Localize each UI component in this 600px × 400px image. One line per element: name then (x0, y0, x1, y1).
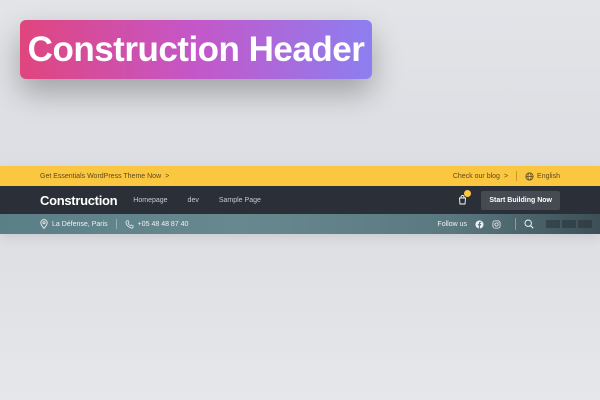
language-switcher[interactable]: English (525, 171, 560, 181)
language-label: English (537, 172, 560, 180)
nav-item-dev[interactable]: dev (188, 197, 199, 204)
blog-text: Check our blog (452, 172, 500, 180)
title-badge: Construction Header (20, 20, 372, 79)
badge-title: Construction Header (27, 29, 365, 69)
cart-badge (464, 190, 472, 197)
site-logo[interactable]: Construction (40, 193, 118, 208)
location-info: La Défense, Paris (40, 219, 108, 229)
promo-link[interactable]: Get Essentials WordPress Theme Now > (40, 173, 169, 180)
background-block (546, 220, 560, 228)
phone-info[interactable]: +05 48 48 87 40 (125, 220, 189, 229)
main-nav: Construction Homepage dev Sample Page St… (0, 186, 600, 214)
instagram-icon[interactable] (492, 219, 501, 229)
nav-item-sample-page[interactable]: Sample Page (219, 197, 261, 204)
social-links: Follow us (437, 218, 600, 230)
location-pin-icon (40, 219, 48, 229)
divider (115, 219, 117, 229)
background-blocks (546, 220, 592, 228)
chevron-right-icon: > (165, 172, 170, 180)
follow-label: Follow us (437, 220, 467, 228)
chevron-right-icon: > (503, 172, 509, 180)
top-bar-right: Check our blog > English (453, 171, 560, 181)
start-building-button[interactable]: Start Building Now (481, 190, 560, 210)
location-text: La Défense, Paris (52, 220, 108, 228)
site-header: Get Essentials WordPress Theme Now > Che… (0, 166, 600, 234)
divider (516, 171, 518, 181)
background-block (578, 220, 592, 228)
divider (515, 218, 516, 230)
nav-menu: Homepage dev Sample Page (133, 197, 261, 204)
phone-text: +05 48 48 87 40 (137, 220, 189, 228)
globe-icon (525, 171, 534, 181)
search-icon[interactable] (524, 219, 534, 229)
background-block (562, 220, 576, 228)
phone-icon (125, 220, 134, 229)
nav-actions: Start Building Now (457, 190, 560, 210)
top-bar: Get Essentials WordPress Theme Now > Che… (0, 166, 600, 186)
info-bar: La Défense, Paris +05 48 48 87 40 Follow… (0, 214, 600, 234)
cart-button[interactable] (457, 190, 472, 205)
nav-item-homepage[interactable]: Homepage (133, 197, 167, 204)
blog-link[interactable]: Check our blog > (453, 173, 508, 180)
facebook-icon[interactable] (475, 219, 484, 229)
promo-text: Get Essentials WordPress Theme Now (40, 172, 162, 180)
